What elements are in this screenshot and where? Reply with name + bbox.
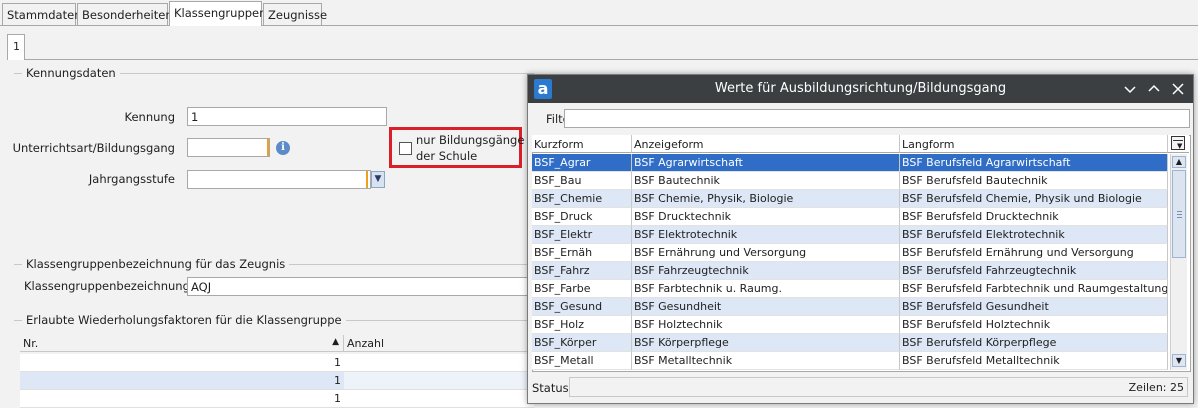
column-chooser-icon: ▼ <box>1171 136 1185 150</box>
grid-cell[interactable]: BSF Berufsfeld Fahrzeugtechnik <box>900 262 1168 280</box>
grid-cell[interactable]: BSF Berufsfeld Gesundheit <box>900 298 1168 316</box>
column-header-anzeigeform[interactable]: Anzeigeform <box>632 135 900 153</box>
grid-cell[interactable]: BSF_Farbe <box>532 280 632 298</box>
grid-cell[interactable]: BSF_Metall <box>532 352 632 370</box>
dialog-titlebar[interactable]: a Werte für Ausbildungsrichtung/Bildungs… <box>528 75 1193 103</box>
table-cell[interactable] <box>344 372 534 390</box>
grid-cell[interactable]: BSF_Elektr <box>532 226 632 244</box>
grid-cell[interactable]: BSF Drucktechnik <box>632 208 900 226</box>
grid-cell[interactable]: BSF Berufsfeld Elektrotechnik <box>900 226 1168 244</box>
grid-cell[interactable]: BSF_Chemie <box>532 190 632 208</box>
grid-cell[interactable]: BSF_Druck <box>532 208 632 226</box>
vertical-scrollbar[interactable]: ▲ ▼ <box>1170 154 1187 370</box>
grid-row[interactable]: BSF_Gesund BSF Gesundheit BSF Berufsfeld G… <box>0 298 1168 316</box>
column-header-kurzform[interactable]: Kurzform <box>532 135 632 153</box>
tab-zeugnisse[interactable]: Zeugnisse <box>263 3 327 26</box>
scroll-up-icon[interactable]: ▲ <box>1172 156 1186 168</box>
grid-cell[interactable]: BSF Berufsfeld Agrarwirtschaft <box>900 154 1168 172</box>
grid-cell[interactable]: BSF Metalltechnik <box>632 352 900 370</box>
tab-stammdaten[interactable]: Stammdaten <box>2 3 81 26</box>
grid-row[interactable]: BSF_Fahrz BSF Fahrzeugtechnik BSF Berufsfe… <box>0 262 1168 280</box>
grid-row[interactable]: BSF_Agrar BSF Agrarwirtschaft BSF Berufsfe… <box>0 154 1168 172</box>
grid-cell[interactable]: BSF Fahrzeugtechnik <box>632 262 900 280</box>
subtab-1[interactable]: 1 <box>7 34 25 60</box>
grid-cell[interactable]: BSF Gesundheit <box>632 298 900 316</box>
grid-row[interactable]: BSF_Chemie BSF Chemie, Physik, Biologie BS… <box>0 190 1168 208</box>
table-row[interactable]: 1 <box>20 390 344 408</box>
grid-cell[interactable]: BSF_Körper <box>532 334 632 352</box>
table-row[interactable]: 1 <box>20 372 344 390</box>
scrollbar-thumb[interactable] <box>1172 170 1186 258</box>
kennung-input[interactable] <box>187 107 387 126</box>
grid-cell[interactable]: BSF_Gesund <box>532 298 632 316</box>
unterrichtsart-label: Unterrichtsart/Bildungsgang <box>12 141 175 155</box>
grid-row[interactable]: BSF_Metall BSF Metalltechnik BSF Berufsfel… <box>0 352 1168 370</box>
tab-besonderheiten[interactable]: Besonderheiten <box>77 3 173 26</box>
grid-cell[interactable]: BSF_Agrar <box>532 154 632 172</box>
grid-row[interactable]: BSF_Elektr BSF Elektrotechnik BSF Berufsfe… <box>0 226 1168 244</box>
filter-input[interactable] <box>564 109 1190 128</box>
grid-cell[interactable]: BSF Berufsfeld Metalltechnik <box>900 352 1168 370</box>
info-icon[interactable]: i <box>276 141 290 155</box>
row-count: Zeilen: 25 <box>1128 381 1184 394</box>
dialog-title: Werte für Ausbildungsrichtung/Bildungsga… <box>714 81 1007 96</box>
grid-row[interactable]: BSF_Bau BSF Bautechnik BSF Berufsfeld Baut… <box>0 172 1168 190</box>
table-cell[interactable] <box>344 390 534 408</box>
grid-row[interactable]: BSF_Farbe BSF Farbtechnik u. Raumg. BSF Be… <box>0 280 1168 298</box>
grid-cell[interactable]: BSF Berufsfeld Holztechnik <box>900 316 1168 334</box>
chevron-up-icon[interactable] <box>1145 79 1163 99</box>
checkbox-label-line1: nur Bildungsgänge <box>416 133 525 147</box>
grid-cell[interactable]: BSF Berufsfeld Chemie, Physik und Biolog… <box>900 190 1168 208</box>
grid-cell[interactable]: BSF Agrarwirtschaft <box>632 154 900 172</box>
grid-cell[interactable]: BSF_Ernäh <box>532 244 632 262</box>
kennung-label: Kennung <box>124 110 176 124</box>
grid-cell[interactable]: BSF_Holz <box>532 316 632 334</box>
grid-cell[interactable]: BSF Berufsfeld Drucktechnik <box>900 208 1168 226</box>
grid-cell[interactable]: BSF Bautechnik <box>632 172 900 190</box>
grid-row[interactable]: BSF_Druck BSF Drucktechnik BSF Berufsfeld … <box>0 208 1168 226</box>
close-icon[interactable] <box>1169 79 1187 99</box>
grid-cell[interactable]: BSF Holztechnik <box>632 316 900 334</box>
grid-cell[interactable]: BSF Berufsfeld Farbtechnik und Raumgesta… <box>900 280 1168 298</box>
grid-cell[interactable]: BSF_Fahrz <box>532 262 632 280</box>
status-label: Status <box>532 381 569 395</box>
grid-cell[interactable]: BSF Berufsfeld Bautechnik <box>900 172 1168 190</box>
grid-cell[interactable]: BSF Ernährung und Versorgung <box>632 244 900 262</box>
grid-cell[interactable]: BSF Berufsfeld Ernährung und Versorgung <box>900 244 1168 262</box>
grid-cell[interactable]: BSF_Bau <box>532 172 632 190</box>
grid-cell[interactable]: BSF Körperpflege <box>632 334 900 352</box>
scroll-down-icon[interactable]: ▼ <box>1172 354 1186 367</box>
grid-row[interactable]: BSF_Holz BSF Holztechnik BSF Berufsfeld Ho… <box>0 316 1168 334</box>
grid-row[interactable]: BSF_Ernäh BSF Ernährung und Versorgung BSF… <box>0 244 1168 262</box>
tab-klassengruppen[interactable]: Klassengruppen <box>169 1 266 26</box>
grid-cell[interactable]: BSF Elektrotechnik <box>632 226 900 244</box>
chevron-down-icon[interactable] <box>1121 79 1139 99</box>
section-title-kennungsdaten: Kennungsdaten <box>22 66 120 80</box>
grid-row[interactable]: BSF_Körper BSF Körperpflege BSF Berufsfeld… <box>0 334 1168 352</box>
column-chooser-button[interactable]: ▼ <box>1168 135 1189 153</box>
grid-cell[interactable]: BSF Chemie, Physik, Biologie <box>632 190 900 208</box>
grid-cell[interactable]: BSF Farbtechnik u. Raumg. <box>632 280 900 298</box>
column-header-langform[interactable]: Langform <box>900 135 1168 153</box>
grid-cell[interactable]: BSF Berufsfeld Körperpflege <box>900 334 1168 352</box>
status-field: Zeilen: 25 <box>569 377 1188 397</box>
